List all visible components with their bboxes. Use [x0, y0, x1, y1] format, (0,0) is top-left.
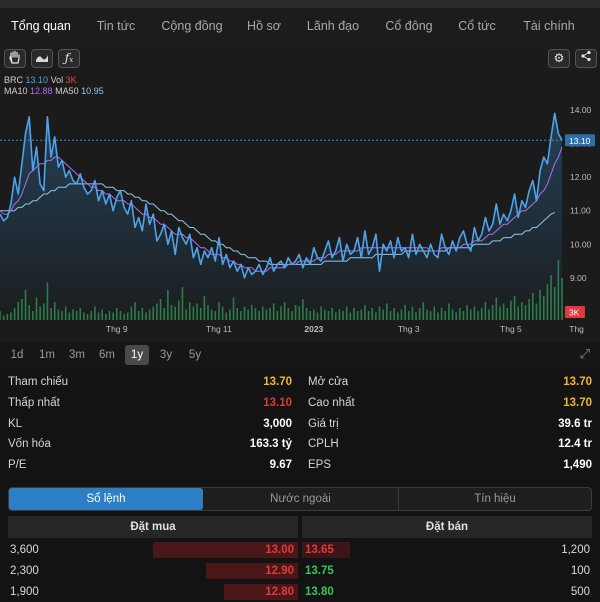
- expand-icon[interactable]: ⤢: [580, 346, 590, 362]
- x-tick-label: Thg 11: [206, 324, 232, 334]
- range-5y[interactable]: 5y: [184, 345, 206, 365]
- range-6m[interactable]: 6m: [95, 345, 119, 365]
- stat-row: EPS 1,490: [308, 455, 592, 475]
- stat-label: Cao nhất: [308, 397, 355, 409]
- stat-value: 12.4 tr: [558, 438, 592, 450]
- tab-dividends[interactable]: Cổ tức: [452, 8, 502, 45]
- ask-row[interactable]: 13.80 500: [302, 582, 592, 602]
- stat-label: Tham chiếu: [8, 376, 69, 388]
- stat-value: 13.10: [263, 397, 292, 409]
- y-tick-label: 12.00: [570, 172, 592, 182]
- stat-value: 39.6 tr: [558, 418, 592, 430]
- stat-row: KL 3,000: [8, 414, 292, 434]
- stat-value: 13.70: [563, 376, 592, 388]
- ask-row[interactable]: 13.65 1,200: [302, 540, 592, 560]
- bid-row[interactable]: 2,300 12.90: [8, 561, 298, 581]
- y-tick-label: 11.00: [570, 206, 591, 216]
- stat-value: 3,000: [263, 418, 292, 430]
- ask-header: Đặt bán: [302, 516, 592, 538]
- bid-price: 13.00: [265, 544, 294, 556]
- stat-label: P/E: [8, 459, 27, 471]
- ask-price: 13.65: [305, 544, 334, 556]
- x-tick-label: Thg 3: [398, 324, 420, 334]
- x-tick-label: Thg 9: [106, 324, 128, 334]
- ask-volume: 100: [570, 565, 590, 577]
- stat-row: CPLH 12.4 tr: [308, 434, 592, 454]
- tab-news[interactable]: Tin tức: [88, 8, 144, 45]
- ask-row[interactable]: 13.75 100: [302, 561, 592, 581]
- stat-label: EPS: [308, 459, 332, 471]
- tab-profile[interactable]: Hồ sơ: [242, 8, 286, 45]
- ask-volume: 500: [570, 586, 590, 598]
- bid-row[interactable]: 3,600 13.00: [8, 540, 298, 560]
- stat-row: P/E 9.67: [8, 455, 292, 475]
- stat-label: Vốn hóa: [8, 438, 51, 450]
- range-1d[interactable]: 1d: [6, 345, 28, 365]
- bid-price: 12.90: [265, 565, 294, 577]
- tab-leadership[interactable]: Lãnh đạo: [302, 8, 364, 45]
- tab-overview[interactable]: Tổng quan: [6, 8, 76, 45]
- segment-foreign[interactable]: Nước ngoài: [204, 488, 397, 510]
- segment-order-book[interactable]: Sổ lệnh: [9, 488, 203, 510]
- range-selector: 1d 1m 3m 6m 1y 3y 5y ⤢: [0, 342, 600, 368]
- stat-row: Mở cửa 13.70: [308, 372, 592, 392]
- range-1y[interactable]: 1y: [125, 345, 149, 365]
- stat-value: 13.70: [563, 397, 592, 409]
- stat-label: CPLH: [308, 438, 339, 450]
- stat-row: Giá trị 39.6 tr: [308, 414, 592, 434]
- tab-finance[interactable]: Tài chính: [518, 8, 580, 45]
- stat-value: 13.70: [263, 376, 292, 388]
- range-3y[interactable]: 3y: [155, 345, 177, 365]
- ask-price: 13.75: [305, 565, 334, 577]
- x-tick-label: Thg 5: [500, 324, 522, 334]
- segment-signals[interactable]: Tín hiệu: [399, 488, 591, 510]
- stat-row: Cao nhất 13.70: [308, 393, 592, 413]
- status-bar: [0, 0, 600, 8]
- stat-value: 1,490: [563, 459, 592, 471]
- stat-value: 9.67: [269, 459, 292, 471]
- tab-bar: Tổng quan Tin tức Cộng đồng Hồ sơ Lãnh đ…: [0, 8, 600, 52]
- y-tick-label: 9.00: [570, 273, 587, 283]
- ask-price: 13.80: [305, 586, 334, 598]
- volume-badge-label: 3K: [569, 308, 580, 318]
- chart-panel: ƒx ⚙ BRC 13.10 Vol 3K MA10 12.88 MA50 10…: [0, 45, 600, 342]
- y-tick-label: 10.00: [570, 239, 592, 249]
- price-chart[interactable]: 14.0013.0012.0011.0010.009.0013.103KThg …: [0, 45, 600, 342]
- range-1m[interactable]: 1m: [36, 345, 58, 365]
- bid-volume: 2,300: [10, 565, 39, 577]
- y-tick-label: 14.00: [570, 105, 592, 115]
- bid-volume: 1,900: [10, 586, 39, 598]
- x-tick-label: 2023: [304, 324, 323, 334]
- stat-row: Thấp nhất 13.10: [8, 393, 292, 413]
- tab-shareholders[interactable]: Cổ đông: [380, 8, 438, 45]
- stat-label: Mở cửa: [308, 376, 349, 388]
- bid-row[interactable]: 1,900 12.80: [8, 582, 298, 602]
- bid-header: Đặt mua: [8, 516, 298, 538]
- ask-volume: 1,200: [561, 544, 590, 556]
- stat-label: Thấp nhất: [8, 397, 60, 409]
- price-badge-label: 13.10: [569, 136, 591, 146]
- price-area: [0, 113, 562, 321]
- stat-label: KL: [8, 418, 23, 430]
- stat-row: Tham chiếu 13.70: [8, 372, 292, 392]
- stat-value: 163.3 tỷ: [249, 438, 292, 450]
- orderbook-segmented-control: Sổ lệnh Nước ngoài Tín hiệu: [8, 487, 592, 511]
- tab-community[interactable]: Cộng đồng: [158, 8, 226, 45]
- stat-row: Vốn hóa 163.3 tỷ: [8, 434, 292, 454]
- stat-label: Giá trị: [308, 418, 339, 430]
- range-3m[interactable]: 3m: [65, 345, 89, 365]
- bid-volume: 3,600: [10, 544, 39, 556]
- bid-price: 12.80: [265, 586, 294, 598]
- x-tick-label: Thg: [569, 324, 584, 334]
- stats-panel: Tham chiếu 13.70 Thấp nhất 13.10 KL 3,00…: [0, 370, 600, 476]
